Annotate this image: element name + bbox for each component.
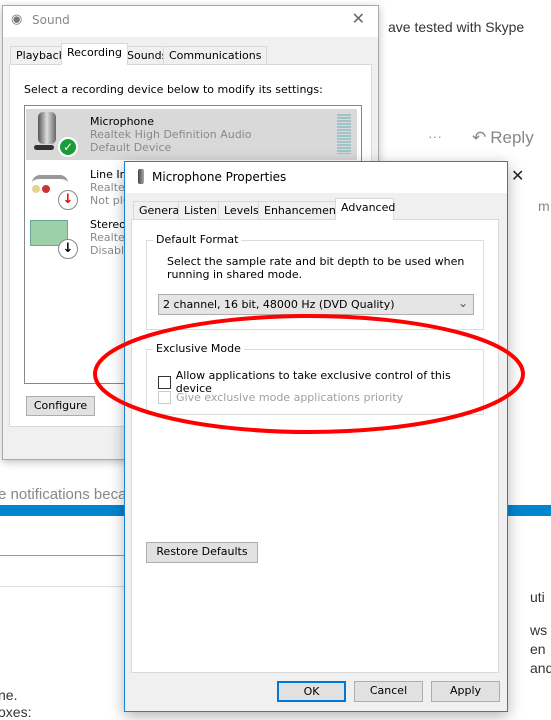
- speaker-icon: ◉: [11, 12, 23, 27]
- tab-communications[interactable]: Communications: [163, 46, 268, 65]
- checkbox-box[interactable]: [158, 391, 171, 404]
- tab-recording[interactable]: Recording: [61, 43, 129, 65]
- background-fragment: ne.: [0, 687, 18, 703]
- checkbox-label: Give exclusive mode applications priorit…: [176, 391, 404, 404]
- format-description: Select the sample rate and bit depth to …: [167, 255, 465, 281]
- tab-advanced[interactable]: Advanced: [335, 198, 395, 220]
- restore-defaults-button[interactable]: Restore Defaults: [146, 542, 258, 563]
- group-title: Default Format: [153, 233, 242, 246]
- group-title: Exclusive Mode: [153, 342, 244, 355]
- microphone-icon: [138, 169, 144, 184]
- window-title: Sound: [32, 13, 70, 27]
- disabled-badge-icon: ↓: [58, 239, 78, 259]
- dialog-title: Microphone Properties: [152, 170, 287, 184]
- apply-button[interactable]: Apply: [431, 681, 500, 702]
- microphone-icon: [38, 112, 56, 144]
- format-dropdown[interactable]: 2 channel, 16 bit, 48000 Hz (DVD Quality…: [158, 294, 474, 315]
- priority-checkbox[interactable]: Give exclusive mode applications priorit…: [158, 391, 403, 404]
- check-badge-icon: ✓: [58, 137, 78, 157]
- background-text: ave tested with Skype: [388, 19, 525, 35]
- device-name: Microphone: [90, 115, 155, 128]
- divider: [0, 555, 130, 556]
- plug-yellow: [32, 185, 40, 193]
- chevron-down-icon: ⌄: [457, 296, 468, 310]
- background-fragment: and: [530, 660, 551, 676]
- reply-label: Reply: [490, 128, 534, 147]
- cancel-button[interactable]: Cancel: [354, 681, 423, 702]
- advanced-panel: Default Format Select the sample rate an…: [131, 219, 499, 673]
- device-row-microphone[interactable]: ✓ Microphone Realtek High Definition Aud…: [26, 109, 357, 160]
- more-icon[interactable]: ···: [428, 128, 442, 144]
- background-fragment: oxes:: [0, 704, 32, 720]
- close-icon[interactable]: ✕: [352, 9, 375, 28]
- default-format-group: Default Format Select the sample rate an…: [146, 233, 484, 330]
- microphone-base: [34, 145, 54, 150]
- reply-button[interactable]: ↶ Reply: [472, 128, 534, 148]
- unplugged-badge-icon: ↓: [58, 190, 78, 210]
- level-meter: [337, 114, 351, 154]
- dropdown-value: 2 channel, 16 bit, 48000 Hz (DVD Quality…: [163, 298, 395, 311]
- tab-listen[interactable]: Listen: [178, 201, 223, 220]
- plug-red: [42, 185, 50, 193]
- configure-button[interactable]: Configure: [26, 396, 95, 416]
- reply-icon: ↶: [472, 128, 487, 147]
- background-fragment: m: [538, 198, 550, 214]
- device-status: Default Device: [90, 141, 172, 154]
- close-icon[interactable]: ✕: [511, 166, 524, 185]
- exclusive-mode-group: Exclusive Mode Allow applications to tak…: [146, 342, 484, 415]
- device-name: Line In: [90, 168, 127, 181]
- divider: [0, 586, 130, 587]
- title-bar: ◉ Sound ✕: [3, 6, 378, 37]
- microphone-properties-dialog: Microphone Properties ✕ General Listen L…: [124, 161, 524, 712]
- background-fragment: ws: [530, 622, 548, 638]
- instruction-text: Select a recording device below to modif…: [24, 83, 323, 96]
- notifications-text: e notifications becaus: [0, 486, 143, 503]
- ok-button[interactable]: OK: [277, 681, 346, 702]
- checkbox-box[interactable]: [158, 375, 171, 389]
- background-fragment: en: [530, 641, 546, 657]
- background-fragment: uti: [530, 589, 545, 605]
- title-bar: Microphone Properties ✕: [125, 162, 524, 193]
- device-driver: Realtek High Definition Audio: [90, 128, 252, 141]
